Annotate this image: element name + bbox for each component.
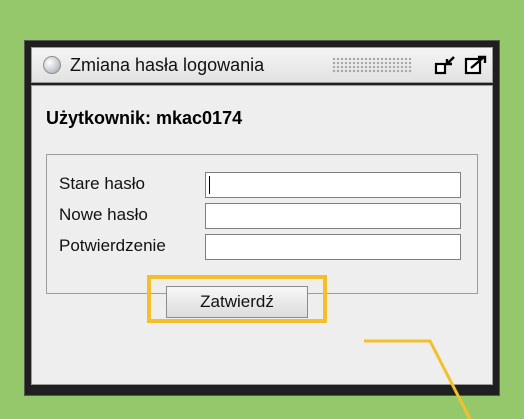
callout-line <box>364 339 472 419</box>
